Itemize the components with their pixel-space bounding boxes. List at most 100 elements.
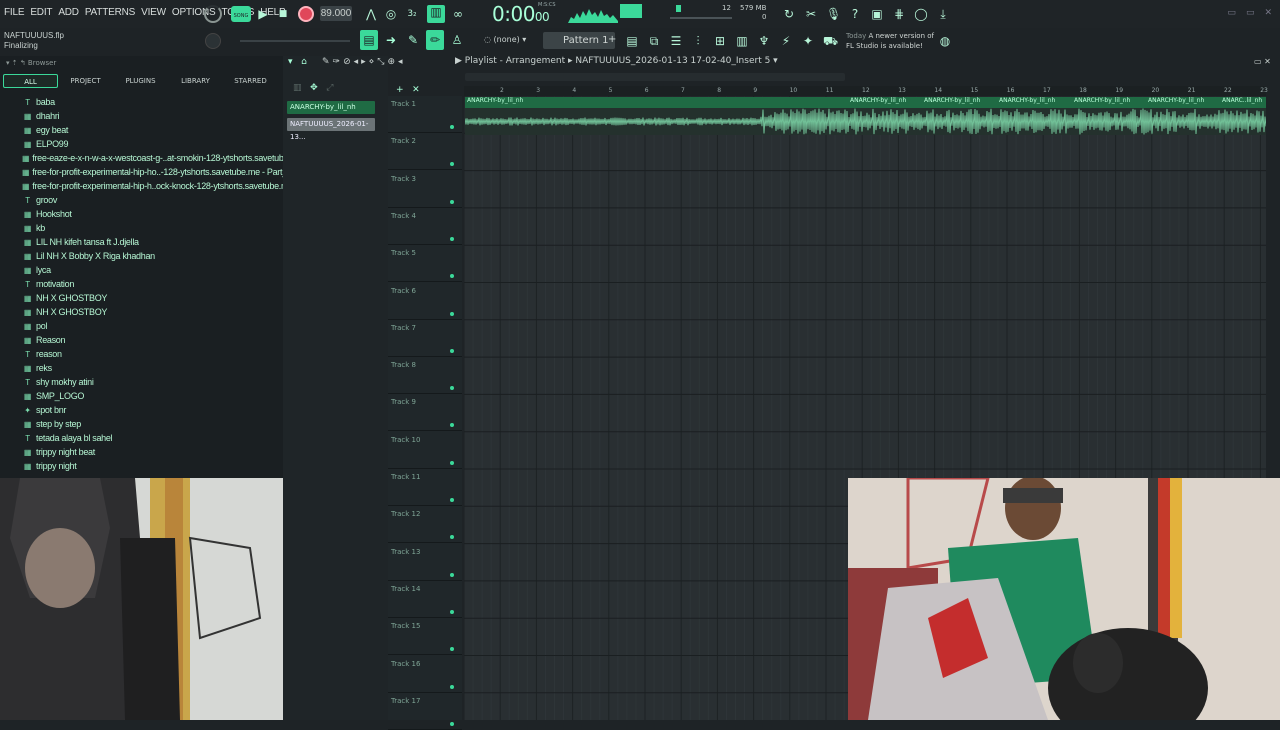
tab-project[interactable]: PROJECT [58,74,113,88]
track-header[interactable]: Track 1 [388,96,462,133]
track-header[interactable]: Track 11 [388,469,462,506]
close-mixer-icon[interactable]: ✂ [804,7,818,21]
tab-starred[interactable]: STARRED [223,74,278,88]
track-mute-led[interactable] [450,125,454,129]
channel-rack-icon[interactable]: ☰ [669,34,683,48]
list-item[interactable]: ▦ lyca [22,263,284,277]
close-icon[interactable]: ✕ [1264,8,1272,18]
master-pitch-slider[interactable] [240,40,350,42]
menu-file[interactable]: FILE [4,7,25,18]
track-header[interactable]: Track 14 [388,581,462,618]
track-header[interactable]: Track 2 [388,133,462,171]
track-mute-led[interactable] [450,348,454,353]
track-mute-led[interactable] [450,311,454,316]
save-icon[interactable]: ▣ [870,7,884,21]
tools-icon[interactable]: ✦ [801,34,815,48]
menu-patterns[interactable]: PATTERNS [85,7,135,18]
pattern-mode-icon[interactable]: ▤ [360,30,378,50]
list-item[interactable]: Tgroov [22,193,284,207]
list-item[interactable]: ▦ Reason [22,333,284,347]
track-mute-led[interactable] [450,236,454,241]
plugin-icon[interactable]: ♆ [757,34,771,48]
list-item[interactable]: Tbaba [22,95,284,109]
track-mute-led[interactable] [450,684,454,689]
pencil-icon[interactable]: ✏ [426,30,444,50]
list-item[interactable]: ▦ Lil NH X Bobby X Riga khadhan [22,249,284,263]
track-mute-led[interactable] [450,647,454,652]
list-item[interactable]: ▦ NH X GHOSTBOY [22,305,284,319]
list-item[interactable]: Treason [22,347,284,361]
piano-roll-icon[interactable]: ⧉ [647,34,661,48]
list-item[interactable]: Ttetada alaya bl sahel [22,431,284,445]
list-item[interactable]: ▦ ELPO99 [22,137,284,151]
brush-icon[interactable]: ✎ [404,30,422,50]
playlist-pattern-name[interactable]: NAFTUUUUS_2026-01-13 17-02-40_Insert 5 [575,56,770,66]
list-item[interactable]: ▦ NH X GHOSTBOY [22,291,284,305]
loop-record-icon[interactable]: ∞ [451,7,465,21]
countdown-icon[interactable]: 3₂ [405,7,419,21]
list-item[interactable]: ▦ kb [22,221,284,235]
track-mute-led[interactable] [450,460,454,465]
track-header[interactable]: Track 8 [388,357,462,395]
audio-clip-header[interactable]: ANARCHY-by_lil_nh ANARCHY-by_lil_nh ANARCH… [465,97,1266,108]
dial-icon[interactable] [204,5,222,23]
render-icon[interactable]: ⋕ [892,7,906,21]
snap-selector[interactable]: ◌ (none) ▾ [484,35,526,44]
timeline-ruler[interactable]: 2 3 4 5 6 7 8 9 10 11 12 13 14 15 16 17 18 19 20 21 22 23 [464,86,1268,96]
wait-input-icon[interactable]: ◎ [384,7,398,21]
list-item[interactable]: ▦ free-for-profit-experimental-hip-h..ock… [22,179,284,193]
track-mute-led[interactable] [450,535,454,540]
picker-clip-pattern[interactable]: NAFTUUUUS_2026-01-13... [287,118,375,141]
track-mute-led[interactable] [450,386,454,391]
track-header[interactable]: Track 9 [388,394,462,432]
list-item[interactable]: ▦ Hookshot [22,207,284,221]
tab-plugins[interactable]: PLUGINS [113,74,168,88]
list-item[interactable]: ▦ trippy night beat [22,445,284,459]
step-edit-icon[interactable]: ▥ [427,5,445,23]
audio-clip-waveform[interactable] [464,108,1267,135]
list-item[interactable]: ▦ LIL NH kifeh tansa ft J.djella [22,235,284,249]
browser-icon[interactable]: ⊞ [713,34,727,48]
microphone-icon[interactable]: 🎙 [826,7,841,21]
track-mute-led[interactable] [450,274,454,279]
track-header[interactable]: Track 4 [388,208,462,245]
picker-clip-audio[interactable]: ANARCHY-by_lil_nh [287,101,375,114]
master-knob[interactable] [205,33,221,49]
list-item[interactable]: ▦ pol [22,319,284,333]
undo-icon[interactable]: ↻ [782,7,796,21]
chat-icon[interactable]: ◯ [914,7,928,21]
globe-icon[interactable]: ◍ [938,34,952,48]
tab-all[interactable]: ALL [3,74,58,88]
track-mute-led[interactable] [450,572,454,577]
list-item[interactable]: Tshy mokhy atini [22,375,284,389]
track-header[interactable]: Track 13 [388,544,462,581]
export-icon[interactable]: ⤓ [936,7,950,21]
track-header[interactable]: Track 7 [388,320,462,357]
track-mute-led[interactable] [450,162,454,167]
track-header[interactable]: Track 5 [388,245,462,283]
list-item[interactable]: ▦ free-eaze-e-x-n-w-a-x-westcoast-g-..at-… [22,151,284,165]
mixer-icon[interactable]: ⫶ [691,34,705,48]
play-icon[interactable]: ▶ [256,7,270,21]
list-item[interactable]: ▦ reks [22,361,284,375]
pattern-selector[interactable]: Pattern 1 [543,32,615,49]
record-icon[interactable] [298,6,314,22]
shop-icon[interactable]: ⛟ [823,34,838,48]
list-item[interactable]: ▦ SMP_LOGO [22,389,284,403]
minimize-icon[interactable]: ▭ [1227,8,1236,18]
track-mute-led[interactable] [450,498,454,502]
maximize-icon[interactable]: ▭ [1246,8,1255,18]
add-pattern-icon[interactable]: + [608,34,616,45]
volume-slider[interactable] [670,17,732,19]
playlist-icon[interactable]: ▤ [625,34,639,48]
stop-icon[interactable]: ■ [276,7,290,21]
tempo-display[interactable]: 89.000 [320,6,352,21]
menu-view[interactable]: VIEW [141,7,166,18]
track-header[interactable]: Track 10 [388,432,462,469]
track-mute-led[interactable] [450,423,454,428]
help-icon[interactable]: ? [848,7,862,21]
list-item[interactable]: Tmotivation [22,277,284,291]
plugin-database-icon[interactable]: ▥ [735,34,749,48]
stamp-icon[interactable]: ♙ [448,30,466,50]
metronome-icon[interactable]: ⋀ [364,7,378,21]
